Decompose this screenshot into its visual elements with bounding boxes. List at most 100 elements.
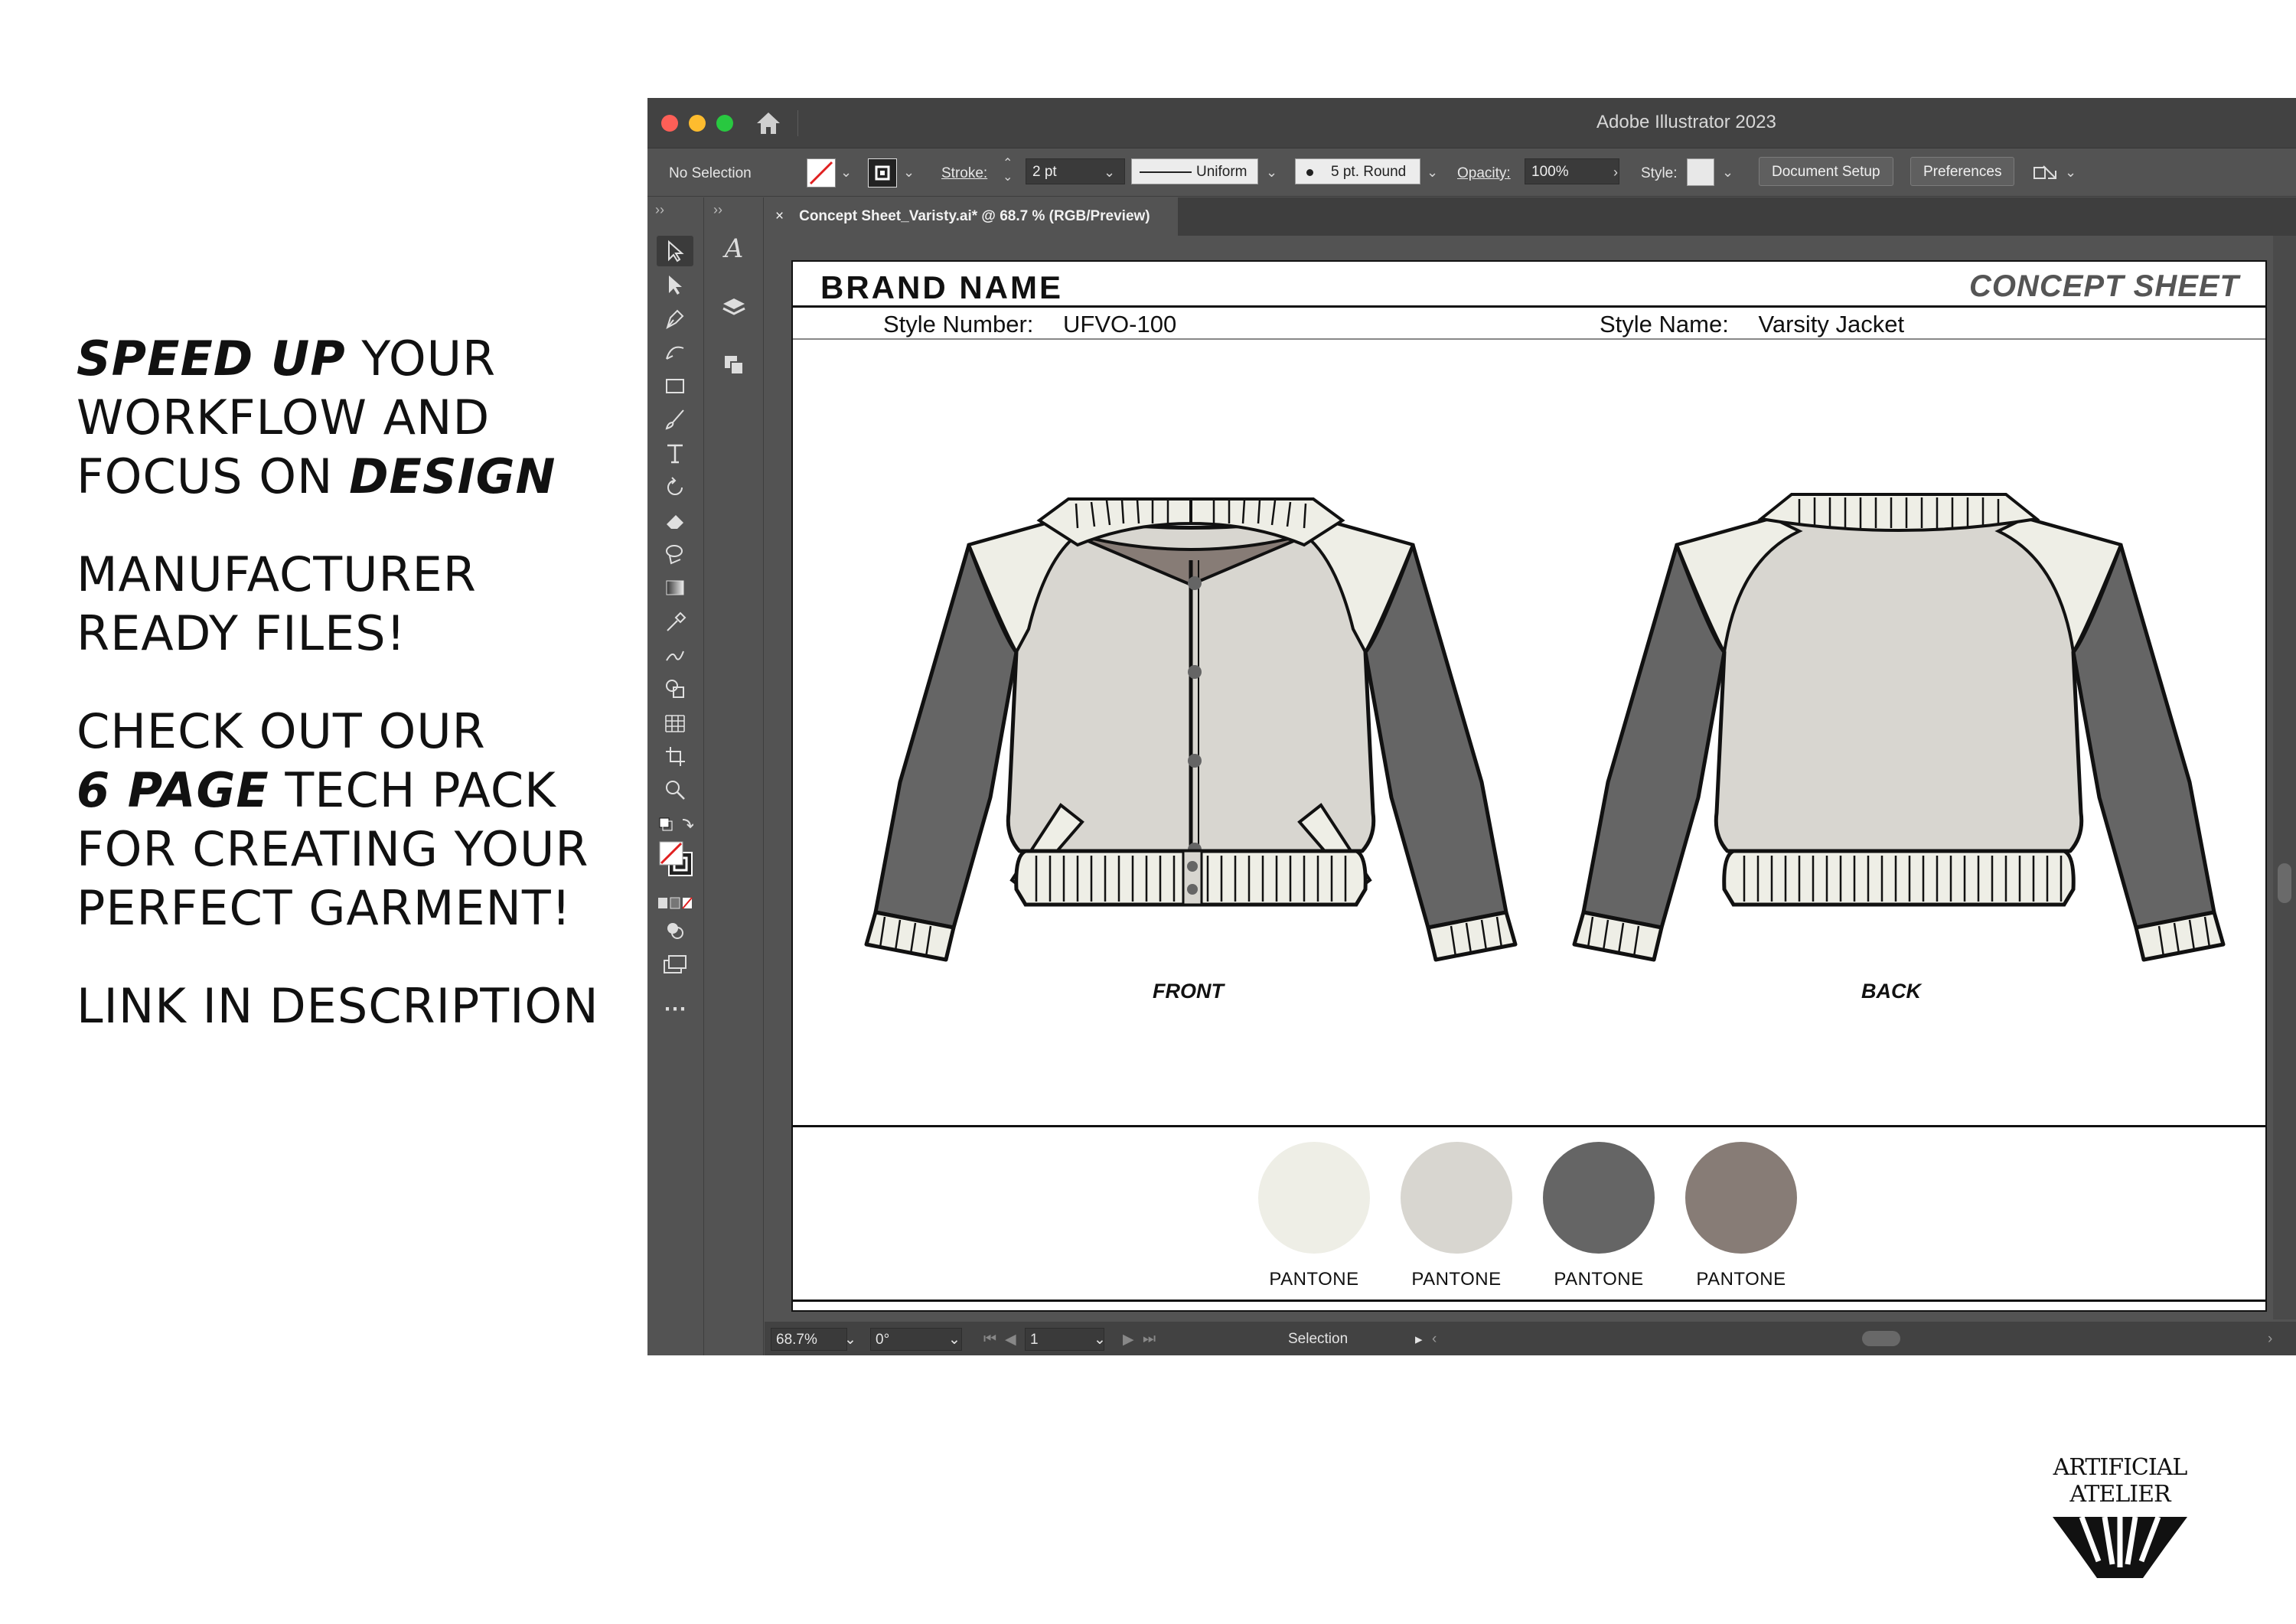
blend-tool[interactable]	[657, 640, 693, 670]
opacity-arrow-icon[interactable]: ›	[1613, 165, 1618, 181]
document-tab[interactable]: × Concept Sheet_Varisty.ai* @ 68.7 % (RGB…	[765, 197, 1178, 236]
eraser-tool[interactable]	[657, 505, 693, 536]
style-dropdown-icon[interactable]: ⌄	[1722, 165, 1733, 181]
swap-fill-stroke-icon	[659, 817, 693, 831]
screen-mode-button[interactable]	[657, 949, 693, 980]
color-swatch: PANTONE	[1685, 1142, 1797, 1290]
type-tool[interactable]	[657, 438, 693, 468]
expand-panels-icon[interactable]: ››	[713, 202, 722, 218]
more-tools-icon[interactable]: ⋯	[657, 993, 693, 1024]
color-swatch-circle	[1543, 1142, 1655, 1254]
zoom-dropdown-icon[interactable]: ⌄	[844, 1331, 856, 1348]
previous-artboard-icon[interactable]: ◀	[1005, 1331, 1016, 1348]
color-swatch-label: PANTONE	[1696, 1269, 1786, 1290]
zoom-level-field[interactable]: 68.7%	[771, 1328, 847, 1351]
opacity-field[interactable]: 100%	[1525, 158, 1619, 184]
promo-text: YOUR	[345, 331, 497, 386]
stroke-swatch[interactable]	[868, 158, 897, 188]
swap-fill-stroke[interactable]	[657, 810, 693, 840]
direct-selection-tool[interactable]	[657, 269, 693, 300]
grid-tool[interactable]	[657, 707, 693, 738]
brush-definition[interactable]: 5 pt. Round	[1295, 158, 1420, 184]
next-artboard-icon[interactable]: ▶	[1123, 1331, 1134, 1348]
stroke-dropdown-icon[interactable]: ⌄	[903, 165, 915, 181]
curvature-tool[interactable]	[657, 337, 693, 367]
status-menu-arrow-icon[interactable]: ▸	[1415, 1331, 1423, 1348]
style-name-label: Style Name:	[1600, 311, 1729, 338]
gradient-icon	[666, 580, 684, 595]
variable-width-profile[interactable]: Uniform	[1131, 158, 1258, 184]
promo-emphasis: SPEED UP	[77, 331, 346, 386]
zoom-window-button[interactable]	[716, 115, 733, 132]
brush-dropdown-icon[interactable]: ⌄	[1427, 165, 1438, 181]
fill-stroke-icon	[659, 841, 693, 876]
profile-label: Uniform	[1196, 164, 1247, 180]
home-icon[interactable]	[755, 110, 782, 136]
front-view-label: FRONT	[1153, 980, 1224, 1003]
color-swatch-label: PANTONE	[1269, 1269, 1359, 1290]
panel-dock: ›› A	[706, 197, 764, 1355]
stroke-stepper[interactable]: ⌃ ⌄	[1003, 157, 1013, 184]
close-tab-icon[interactable]: ×	[775, 208, 784, 224]
character-panel-button[interactable]: A	[716, 231, 752, 266]
preferences-button[interactable]: Preferences	[1910, 157, 2015, 186]
promo-text: MANUFACTURER	[77, 546, 477, 602]
gradient-tool[interactable]	[657, 572, 693, 603]
opacity-label[interactable]: Opacity:	[1457, 165, 1511, 182]
close-window-button[interactable]	[661, 115, 678, 132]
graphic-style-swatch[interactable]	[1687, 158, 1714, 186]
brand-mark: ARTIFICIAL ATELIER	[2005, 1454, 2235, 1583]
promo-text: PERFECT GARMENT!	[77, 880, 572, 936]
fill-dropdown-icon[interactable]: ⌄	[840, 165, 852, 181]
rotation-dropdown-icon[interactable]: ⌄	[948, 1331, 960, 1348]
no-fill-icon	[809, 161, 833, 185]
color-swatch-circle	[1258, 1142, 1370, 1254]
vertical-scrollbar[interactable]	[2273, 236, 2296, 1319]
brush-label: 5 pt. Round	[1331, 164, 1407, 180]
fill-swatch[interactable]	[807, 158, 836, 188]
artboard-tool[interactable]	[657, 741, 693, 771]
layers-panel-button[interactable]	[716, 289, 752, 324]
swatch-divider	[793, 1125, 2265, 1127]
collapse-toolbar-icon[interactable]: ››	[655, 202, 664, 218]
rotate-tool[interactable]	[657, 471, 693, 502]
window-title: Adobe Illustrator 2023	[1596, 112, 1776, 132]
minimize-window-button[interactable]	[689, 115, 706, 132]
lasso-tool[interactable]	[657, 539, 693, 569]
color-mode-buttons[interactable]	[657, 888, 693, 918]
shape-builder-tool[interactable]	[657, 673, 693, 704]
jacket-back-sketch	[1572, 493, 2226, 962]
fill-stroke-widget[interactable]	[657, 837, 693, 883]
stroke-weight-dropdown-icon[interactable]: ⌄	[1104, 165, 1115, 181]
last-artboard-icon[interactable]: ⏭	[1143, 1331, 1156, 1348]
first-artboard-icon[interactable]: ⏮	[983, 1331, 996, 1348]
jacket-front-sketch	[864, 497, 1518, 962]
header-divider	[793, 338, 2265, 340]
rectangle-tool[interactable]	[657, 370, 693, 401]
selection-status: No Selection	[669, 165, 752, 181]
stroke-label[interactable]: Stroke:	[941, 165, 987, 182]
pen-tool[interactable]	[657, 303, 693, 334]
scroll-right-icon[interactable]: ›	[2268, 1331, 2272, 1348]
back-view-label: BACK	[1861, 980, 1921, 1003]
artboard[interactable]: BRAND NAME CONCEPT SHEET Style Number: U…	[791, 260, 2267, 1312]
eyedropper-tool[interactable]	[657, 606, 693, 637]
artboard-number-field[interactable]: 1	[1025, 1328, 1104, 1351]
zoom-icon	[666, 781, 685, 800]
document-setup-button[interactable]: Document Setup	[1759, 157, 1893, 186]
promo-paragraph-4: LINK IN DESCRIPTION	[77, 977, 628, 1035]
profile-dropdown-icon[interactable]: ⌄	[1266, 165, 1277, 181]
horizontal-scroll-thumb[interactable]	[1862, 1331, 1900, 1346]
pathfinder-panel-button[interactable]	[716, 347, 752, 383]
vertical-scroll-thumb[interactable]	[2278, 863, 2291, 903]
scroll-left-icon[interactable]: ‹	[1432, 1331, 1437, 1348]
brand-name-heading: BRAND NAME	[820, 269, 1063, 305]
arrange-dropdown-icon[interactable]: ⌄	[2065, 165, 2076, 181]
selection-tool[interactable]	[657, 236, 693, 266]
arrange-documents-icon[interactable]	[2033, 163, 2059, 184]
selection-tool-icon	[668, 240, 684, 263]
zoom-tool[interactable]	[657, 774, 693, 805]
paintbrush-tool[interactable]	[657, 404, 693, 435]
draw-mode-button[interactable]	[657, 915, 693, 946]
artboard-dropdown-icon[interactable]: ⌄	[1094, 1331, 1106, 1348]
